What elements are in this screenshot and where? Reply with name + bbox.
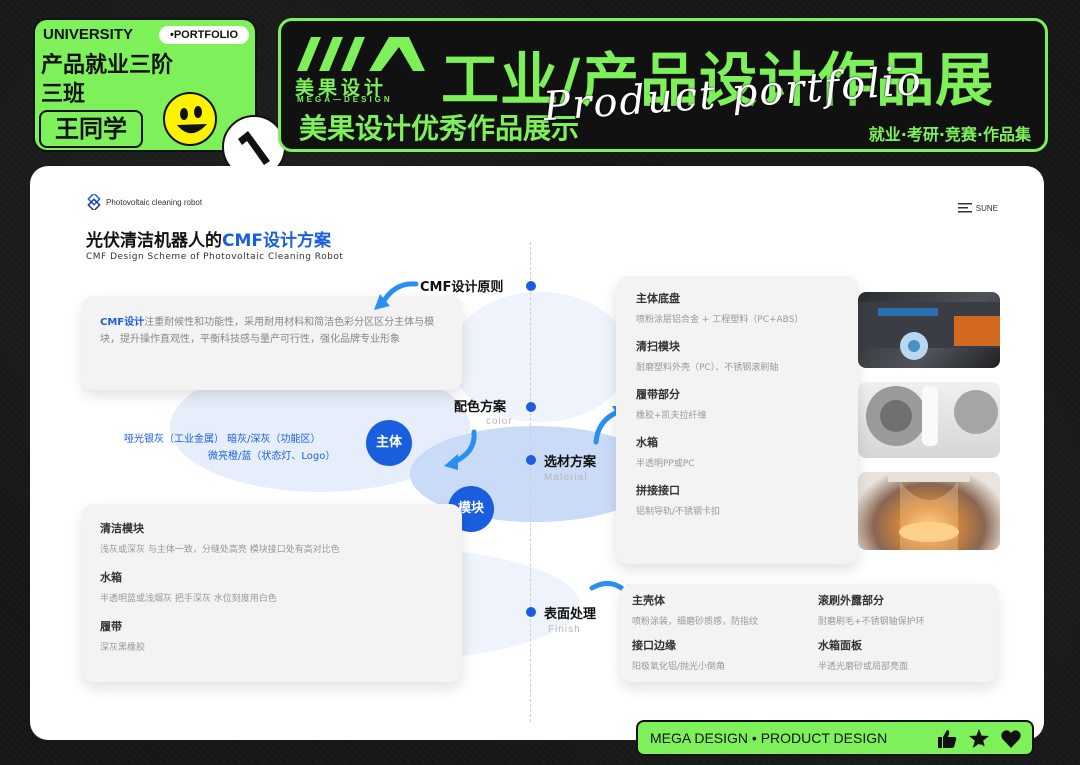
- list-item: 清扫模块 耐磨塑料外壳（PC）、不锈钢滚刷轴: [636, 338, 838, 373]
- badge-class: 三班: [41, 82, 86, 107]
- badge-course: 产品就业三阶: [41, 53, 174, 78]
- student-name: 王同学: [39, 110, 143, 148]
- material-panel: 主体底盘 喷粉涂层铝合金 + 工程塑料（PC+ABS） 清扫模块 耐磨塑料外壳（…: [616, 276, 858, 564]
- node-finish: 表面处理: [544, 607, 597, 622]
- node-finish-en: Finish: [548, 624, 581, 635]
- list-item: 拼接接口 铝制导轨/不锈钢卡扣: [636, 482, 838, 517]
- brush-photo: [858, 382, 1000, 458]
- list-item: 清洁模块 浅灰或深灰 与主体一致，分缝处高亮 模块接口处有高对比色: [100, 520, 444, 555]
- main-body-button[interactable]: 主体: [366, 420, 412, 466]
- chassis-photo: [858, 292, 1000, 368]
- footer-text: MEGA DESIGN • PRODUCT DESIGN: [650, 730, 888, 746]
- item-title: 滚刷外露部分: [818, 594, 884, 607]
- item-title: 主壳体: [632, 594, 665, 607]
- page-title-highlight: CMF设计方案: [222, 231, 332, 251]
- heart-icon[interactable]: [1000, 728, 1022, 750]
- banner-subtitle: 美果设计优秀作品展示: [299, 112, 580, 145]
- project-logo-text: Photovoltaic cleaning robot: [106, 197, 203, 207]
- mega-logo-icon: [297, 37, 425, 71]
- list-item: 水箱 半透明蓝或浅烟灰 把手深灰 水位刻度用白色: [100, 569, 444, 604]
- list-item: 主体底盘 喷粉涂层铝合金 + 工程塑料（PC+ABS）: [636, 290, 838, 325]
- node-material-en: Material: [544, 472, 588, 483]
- arrow-icon: [444, 429, 477, 470]
- node-dot: [526, 281, 536, 291]
- item-title: 水箱面板: [818, 639, 862, 652]
- badge-portfolio-pill: •PORTFOLIO: [159, 26, 249, 44]
- item-desc: 阳极氧化铝/抛光小倒角: [632, 662, 726, 672]
- item-title: 清扫模块: [636, 340, 680, 353]
- water-tank-photo: [858, 472, 1000, 550]
- item-desc: 半透明PP或PC: [636, 459, 695, 469]
- thumbs-up-icon[interactable]: [936, 728, 958, 750]
- item-desc: 铝制导轨/不锈钢卡扣: [636, 507, 721, 517]
- node-dot: [526, 402, 536, 412]
- page-title: 光伏清洁机器人的CMF设计方案: [86, 226, 331, 251]
- module-color-panel: 清洁模块 浅灰或深灰 与主体一致，分缝处高亮 模块接口处有高对比色 水箱 半透明…: [82, 504, 462, 682]
- item-title: 接口边缘: [632, 639, 676, 652]
- node-dot: [526, 455, 536, 465]
- menu-icon: [957, 203, 972, 213]
- item-title: 履带: [100, 620, 122, 633]
- intro-body: 注重耐候性和功能性，采用耐用材料和简洁色彩分区区分主体与模块，提升操作直观性，平…: [100, 317, 435, 345]
- item-title: 水箱: [100, 571, 122, 584]
- sune-label: SUNE: [975, 203, 998, 213]
- project-logo: Photovoltaic cleaning robot: [86, 194, 202, 210]
- item-desc: 耐磨塑料外壳（PC）、不锈钢滚刷轴: [636, 363, 779, 373]
- center-divider: [530, 242, 531, 722]
- item-title: 拼接接口: [636, 484, 680, 497]
- item-desc: 半透明蓝或浅烟灰 把手深灰 水位刻度用白色: [100, 594, 277, 604]
- finish-panel: 主壳体 喷粉涂装，细磨砂质感，防指纹 滚刷外露部分 耐磨刷毛+不锈钢轴保护环 接…: [620, 584, 998, 682]
- node-color-scheme: 配色方案: [454, 400, 507, 415]
- arrow-icon: [374, 281, 419, 310]
- student-badge: UNIVERSITY •PORTFOLIO 产品就业三阶 三班 王同学: [33, 18, 286, 179]
- diamond-logo-icon: [87, 194, 101, 210]
- item-title: 水箱: [636, 436, 658, 449]
- list-item: 履带部分 橡胶+凯夫拉纤维: [636, 386, 838, 421]
- item-desc: 深灰黑橡胶: [100, 643, 146, 653]
- node-color-en: color: [486, 416, 513, 427]
- list-item: 水箱面板 半透光磨砂或局部亮面: [818, 637, 1004, 672]
- banner-tags: 就业·考研·竞赛·作品集: [868, 125, 1031, 144]
- item-desc: 半透光磨砂或局部亮面: [818, 662, 909, 672]
- page-subtitle: CMF Design Scheme of Photovoltaic Cleani…: [86, 252, 344, 262]
- item-desc: 喷粉涂装，细磨砂质感，防指纹: [632, 617, 759, 627]
- page-title-prefix: 光伏清洁机器人的: [86, 231, 222, 251]
- brand-name-en: MEGA—DESIGN: [297, 95, 393, 104]
- cmf-design-card: Photovoltaic cleaning robot SUNE 光伏清洁机器人…: [30, 166, 1044, 740]
- header-banner: 美果设计 MEGA—DESIGN 工业/产品设计作品展 美果设计优秀作品展示 P…: [278, 18, 1048, 152]
- sune-menu[interactable]: SUNE: [957, 202, 998, 214]
- item-title: 履带部分: [636, 388, 680, 401]
- list-item: 履带 深灰黑橡胶: [100, 618, 444, 653]
- node-cmf-principle: CMF设计原则: [420, 280, 504, 295]
- intro-text: CMF设计注重耐候性和功能性，采用耐用材料和简洁色彩分区区分主体与模块，提升操作…: [100, 314, 444, 348]
- list-item: 主壳体 喷粉涂装，细磨砂质感，防指纹: [632, 592, 818, 627]
- item-desc: 喷粉涂层铝合金 + 工程塑料（PC+ABS）: [636, 315, 804, 325]
- item-desc: 耐磨刷毛+不锈钢轴保护环: [818, 617, 925, 627]
- color-scheme-line2: 微亮橙/蓝（状态灯、Logo）: [208, 451, 336, 462]
- intro-highlight: CMF设计: [100, 317, 145, 328]
- star-check-icon[interactable]: [968, 728, 990, 750]
- node-dot: [526, 607, 536, 617]
- item-desc: 橡胶+凯夫拉纤维: [636, 411, 707, 421]
- footer-bar: MEGA DESIGN • PRODUCT DESIGN: [636, 720, 1034, 756]
- item-title: 主体底盘: [636, 292, 680, 305]
- smiley-icon: [163, 92, 217, 146]
- list-item: 接口边缘 阳极氧化铝/抛光小倒角: [632, 637, 818, 672]
- color-scheme-line1: 哑光银灰（工业金属） 暗灰/深灰（功能区）: [124, 434, 321, 445]
- footer-icons: [936, 728, 1022, 750]
- item-title: 清洁模块: [100, 522, 144, 535]
- item-desc: 浅灰或深灰 与主体一致，分缝处高亮 模块接口处有高对比色: [100, 545, 340, 555]
- node-material: 选材方案: [544, 455, 597, 470]
- list-item: 水箱 半透明PP或PC: [636, 434, 838, 469]
- badge-university: UNIVERSITY: [43, 26, 134, 43]
- list-item: 滚刷外露部分 耐磨刷毛+不锈钢轴保护环: [818, 592, 1004, 627]
